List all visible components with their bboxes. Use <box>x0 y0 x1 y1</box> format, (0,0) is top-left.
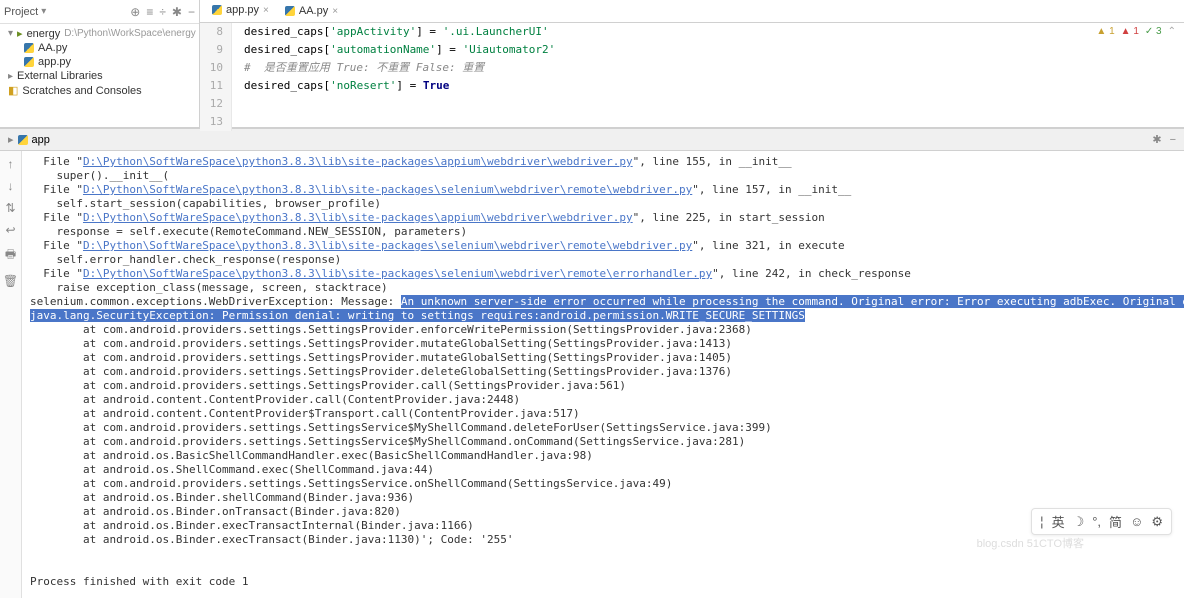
chevron-right-icon: ▸ <box>8 71 13 82</box>
smile-icon[interactable]: ☺ <box>1130 514 1143 529</box>
editor-panel: app.py× AA.py× 8910111213 desired_caps['… <box>200 0 1184 127</box>
scratches-consoles[interactable]: ◧Scratches and Consoles <box>0 83 199 98</box>
divider-icon: ¦ <box>1040 514 1043 529</box>
chevron-down-icon: ▾ <box>8 28 13 39</box>
settings-icon[interactable]: ⚙ <box>1151 514 1163 530</box>
editor-status: ▲ 1 ▲ 1 ✓ 3 ⌃ <box>1096 26 1176 37</box>
gear-icon[interactable]: ✱ <box>1152 133 1161 146</box>
tab-app[interactable]: app.py× <box>204 0 277 22</box>
ime-bar[interactable]: ¦ 英 ☽ °, 简 ☺ ⚙ <box>1031 508 1172 535</box>
wrap-icon[interactable]: ↩ <box>5 223 15 237</box>
console-tab-label[interactable]: app <box>32 134 50 146</box>
project-tree: ▾ ▸ energy D:\Python\WorkSpace\energy AA… <box>0 24 199 100</box>
python-icon <box>24 42 34 54</box>
close-icon[interactable]: × <box>332 6 338 17</box>
project-root[interactable]: ▾ ▸ energy D:\Python\WorkSpace\energy <box>0 26 199 41</box>
gutter: 8910111213 <box>200 23 232 131</box>
external-libraries[interactable]: ▸External Libraries <box>0 69 199 83</box>
file-item-aa[interactable]: AA.py <box>0 41 199 55</box>
python-icon <box>18 134 28 146</box>
file-item-app[interactable]: app.py <box>0 55 199 69</box>
collapse-icon[interactable]: ≡ <box>146 5 153 19</box>
target-icon[interactable]: ⊕ <box>130 5 140 19</box>
ok-icon[interactable]: ✓ 3 <box>1145 26 1162 37</box>
python-icon <box>24 56 34 68</box>
editor-area[interactable]: 8910111213 desired_caps['appActivity'] =… <box>200 23 1184 131</box>
python-icon <box>212 4 222 16</box>
warn-icon[interactable]: ▲ 1 <box>1096 26 1114 37</box>
comma-icon[interactable]: °, <box>1092 514 1101 529</box>
filter-icon[interactable]: ⇅ <box>5 201 15 215</box>
chevron-icon[interactable]: ⌃ <box>1168 26 1176 37</box>
close-icon[interactable]: × <box>263 5 269 16</box>
console-header: ▸ app ✱ − <box>0 129 1184 151</box>
rerun-icon[interactable]: ↑ <box>8 157 14 171</box>
run-marker-icon: ▸ <box>8 133 14 146</box>
project-panel: Project ▾ ⊕ ≡ ÷ ✱ − ▾ ▸ energy D:\Python… <box>0 0 200 127</box>
tab-aa[interactable]: AA.py× <box>277 0 346 22</box>
editor-tabs: app.py× AA.py× <box>200 0 1184 23</box>
code-area[interactable]: desired_caps['appActivity'] = '.ui.Launc… <box>232 23 1184 131</box>
print-icon[interactable]: 🖶 <box>5 245 16 266</box>
hide-icon[interactable]: − <box>188 5 195 19</box>
hide-icon[interactable]: − <box>1170 134 1176 146</box>
dropdown-icon[interactable]: ▾ <box>41 6 46 17</box>
moon-icon[interactable]: ☽ <box>1073 514 1085 530</box>
watermark: blog.csdn 51CTO博客 <box>977 535 1084 551</box>
project-header: Project ▾ ⊕ ≡ ÷ ✱ − <box>0 0 199 24</box>
trash-icon[interactable]: 🗑 <box>3 274 18 288</box>
error-icon[interactable]: ▲ 1 <box>1121 26 1139 37</box>
project-label: Project <box>4 6 38 18</box>
python-icon <box>285 5 295 17</box>
gear-icon[interactable]: ✱ <box>172 5 182 19</box>
down-icon[interactable]: ↓ <box>8 179 14 193</box>
sort-icon[interactable]: ÷ <box>159 5 166 19</box>
console-panel: ▸ app ✱ − ↑ ↓ ⇅ ↩ 🖶 🗑 File "D:\Python\So… <box>0 128 1184 598</box>
console-toolbar: ↑ ↓ ⇅ ↩ 🖶 🗑 <box>0 151 22 598</box>
console-output[interactable]: File "D:\Python\SoftWareSpace\python3.8.… <box>22 151 1184 598</box>
